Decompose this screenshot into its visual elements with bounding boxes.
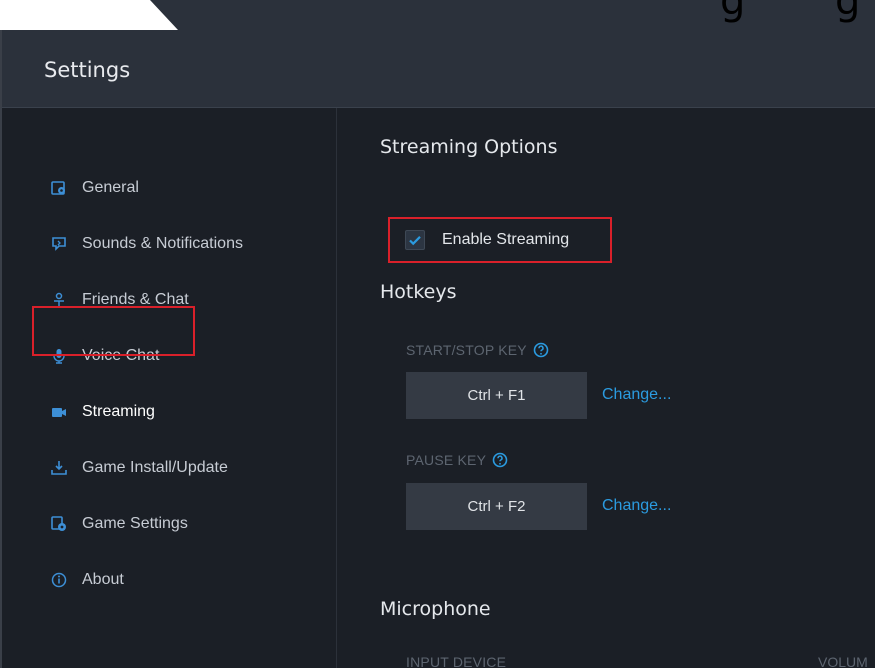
settings-content: Streaming Options Enable Streaming Hotke…: [338, 108, 875, 668]
sidebar-item-label: Streaming: [82, 403, 155, 420]
download-icon: [50, 459, 68, 477]
sidebar-item-streaming[interactable]: Streaming: [50, 400, 155, 424]
enable-streaming-checkbox[interactable]: Enable Streaming: [388, 217, 612, 263]
cropped-title-glyph: g: [720, 0, 746, 24]
start-stop-key-label: START/STOP KEY: [406, 342, 549, 358]
input-device-label: INPUT DEVICE: [406, 654, 507, 668]
start-stop-key-value: Ctrl + F1: [406, 372, 587, 419]
chat-bubble-icon: [50, 235, 68, 253]
pause-key-label: PAUSE KEY: [406, 452, 508, 468]
help-icon[interactable]: [533, 342, 549, 358]
help-icon[interactable]: [492, 452, 508, 468]
sidebar-item-label: General: [82, 179, 139, 196]
sidebar-item-label: About: [82, 571, 124, 588]
sidebar-item-game-install-update[interactable]: Game Install/Update: [50, 456, 228, 480]
pause-key-value: Ctrl + F2: [406, 483, 587, 530]
volume-label: VOLUM: [818, 654, 868, 668]
settings-header: Settings: [2, 30, 875, 108]
hotkeys-heading: Hotkeys: [380, 281, 457, 303]
sidebar-item-general[interactable]: General: [50, 176, 139, 200]
game-gear-icon: [50, 515, 68, 533]
page-title: Settings: [44, 58, 131, 82]
streaming-highlight-box: [32, 306, 195, 356]
change-start-stop-key-link[interactable]: Change...: [602, 386, 671, 404]
streaming-options-heading: Streaming Options: [380, 136, 558, 158]
sidebar-item-about[interactable]: About: [50, 568, 124, 592]
sidebar-item-sounds-notifications[interactable]: Sounds & Notifications: [50, 232, 243, 256]
checkbox-label: Enable Streaming: [442, 231, 570, 248]
info-icon: [50, 571, 68, 589]
sidebar-item-label: Sounds & Notifications: [82, 235, 243, 252]
sidebar-item-label: Game Settings: [82, 515, 188, 532]
sidebar-item-game-settings[interactable]: Game Settings: [50, 512, 188, 536]
video-camera-icon: [50, 403, 68, 421]
checkbox-checked[interactable]: [405, 230, 425, 250]
start-stop-key-label-text: START/STOP KEY: [406, 342, 527, 358]
top-tab-shape: [150, 0, 875, 30]
settings-sidebar: General Sounds & Notifications Friends &…: [2, 108, 337, 668]
gear-square-icon: [50, 179, 68, 197]
sidebar-item-label: Game Install/Update: [82, 459, 228, 476]
settings-window: Settings General Sounds & Notifications …: [0, 30, 875, 668]
change-pause-key-link[interactable]: Change...: [602, 497, 671, 515]
microphone-heading: Microphone: [380, 598, 491, 620]
check-icon: [409, 236, 421, 246]
top-strip: g g: [0, 0, 875, 30]
pause-key-label-text: PAUSE KEY: [406, 452, 487, 468]
cropped-title-glyph: g: [835, 0, 861, 24]
